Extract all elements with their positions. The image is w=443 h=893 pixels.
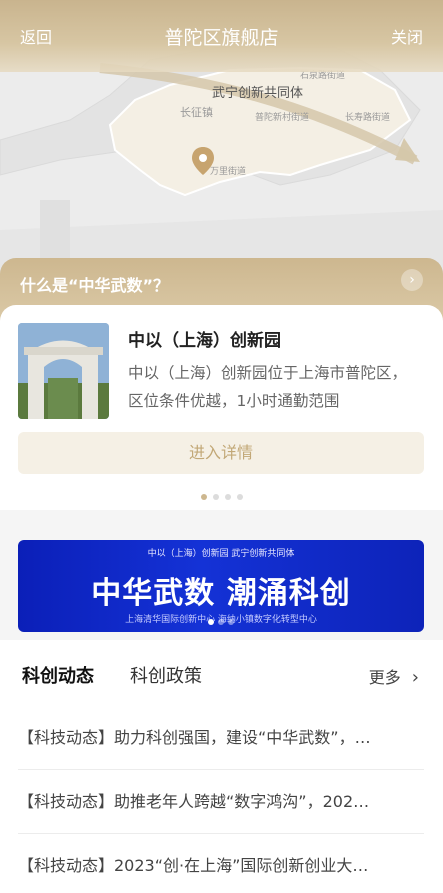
more-label: 更多 <box>368 668 401 687</box>
pagination-dot[interactable] <box>208 619 214 625</box>
card-pagination <box>0 485 443 504</box>
park-card: 中以（上海）创新园 中以（上海）创新园位于上海市普陀区，区位条件优越，1小时通勤… <box>0 305 443 510</box>
pagination-dot[interactable] <box>218 619 224 625</box>
banner-top-text: 中以（上海）创新园 武宁创新共同体 <box>147 549 295 559</box>
top-nav-bar: 返回 普陀区旗舰店 关闭 <box>0 0 443 72</box>
tab-innovation-news[interactable]: 科创动态 <box>22 662 94 690</box>
park-thumbnail[interactable] <box>18 323 109 419</box>
tab-innovation-policy[interactable]: 科创政策 <box>130 662 202 688</box>
page-title: 普陀区旗舰店 <box>164 26 279 49</box>
pagination-dot[interactable] <box>200 494 207 500</box>
news-item[interactable]: 【科技动态】助推老年人跨越“数字鸿沟”，202… <box>18 770 424 834</box>
news-tabs: 科创动态 科创政策 <box>22 662 238 690</box>
banner-pagination <box>18 610 424 629</box>
park-description: 中以（上海）创新园位于上海市普陀区，区位条件优越，1小时通勤范围 <box>128 364 408 410</box>
map-region-label: 武宁创新共同体 <box>212 86 304 101</box>
chevron-right-icon[interactable]: › <box>401 269 423 291</box>
map-label-changshou: 长寿路街道 <box>345 113 391 123</box>
close-button[interactable]: 关闭 <box>391 24 423 48</box>
news-item[interactable]: 【科技动态】2023“创·在上海”国际创新创业大… <box>18 834 424 893</box>
banner-main-text: 中华武数 潮涌科创 <box>91 576 351 611</box>
map-label-wanli: 万里街道 <box>210 167 247 177</box>
tab-label: 科创政策 <box>130 666 202 687</box>
promo-banner[interactable]: 中以（上海）创新园 武宁创新共同体 中华武数 潮涌科创 上海清华国际创新中心 海… <box>18 540 424 632</box>
enter-detail-button[interactable]: 进入详情 <box>18 432 424 474</box>
intro-question: 什么是“中华武数”？ <box>20 276 170 295</box>
news-item[interactable]: 【科技动态】助力科创强国，建设“中华武数”，… <box>18 706 424 770</box>
map-label-changzheng: 长征镇 <box>180 106 213 119</box>
chevron-right-icon: › <box>411 667 419 688</box>
tab-label: 科创动态 <box>22 666 94 687</box>
pagination-dot[interactable] <box>236 494 243 500</box>
pagination-dot[interactable] <box>212 494 219 500</box>
pagination-dot[interactable] <box>224 494 231 500</box>
map-label-putuoxincun: 普陀新村街道 <box>255 113 310 123</box>
news-section: 科创动态 科创政策 更多 › 【科技动态】助力科创强国，建设“中华武数”，… 【… <box>0 640 443 893</box>
pagination-dot[interactable] <box>228 619 234 625</box>
park-title: 中以（上海）创新园 <box>128 331 281 351</box>
location-pin-icon[interactable] <box>191 146 215 176</box>
more-link[interactable]: 更多 › <box>369 664 419 688</box>
back-button[interactable]: 返回 <box>20 24 52 48</box>
